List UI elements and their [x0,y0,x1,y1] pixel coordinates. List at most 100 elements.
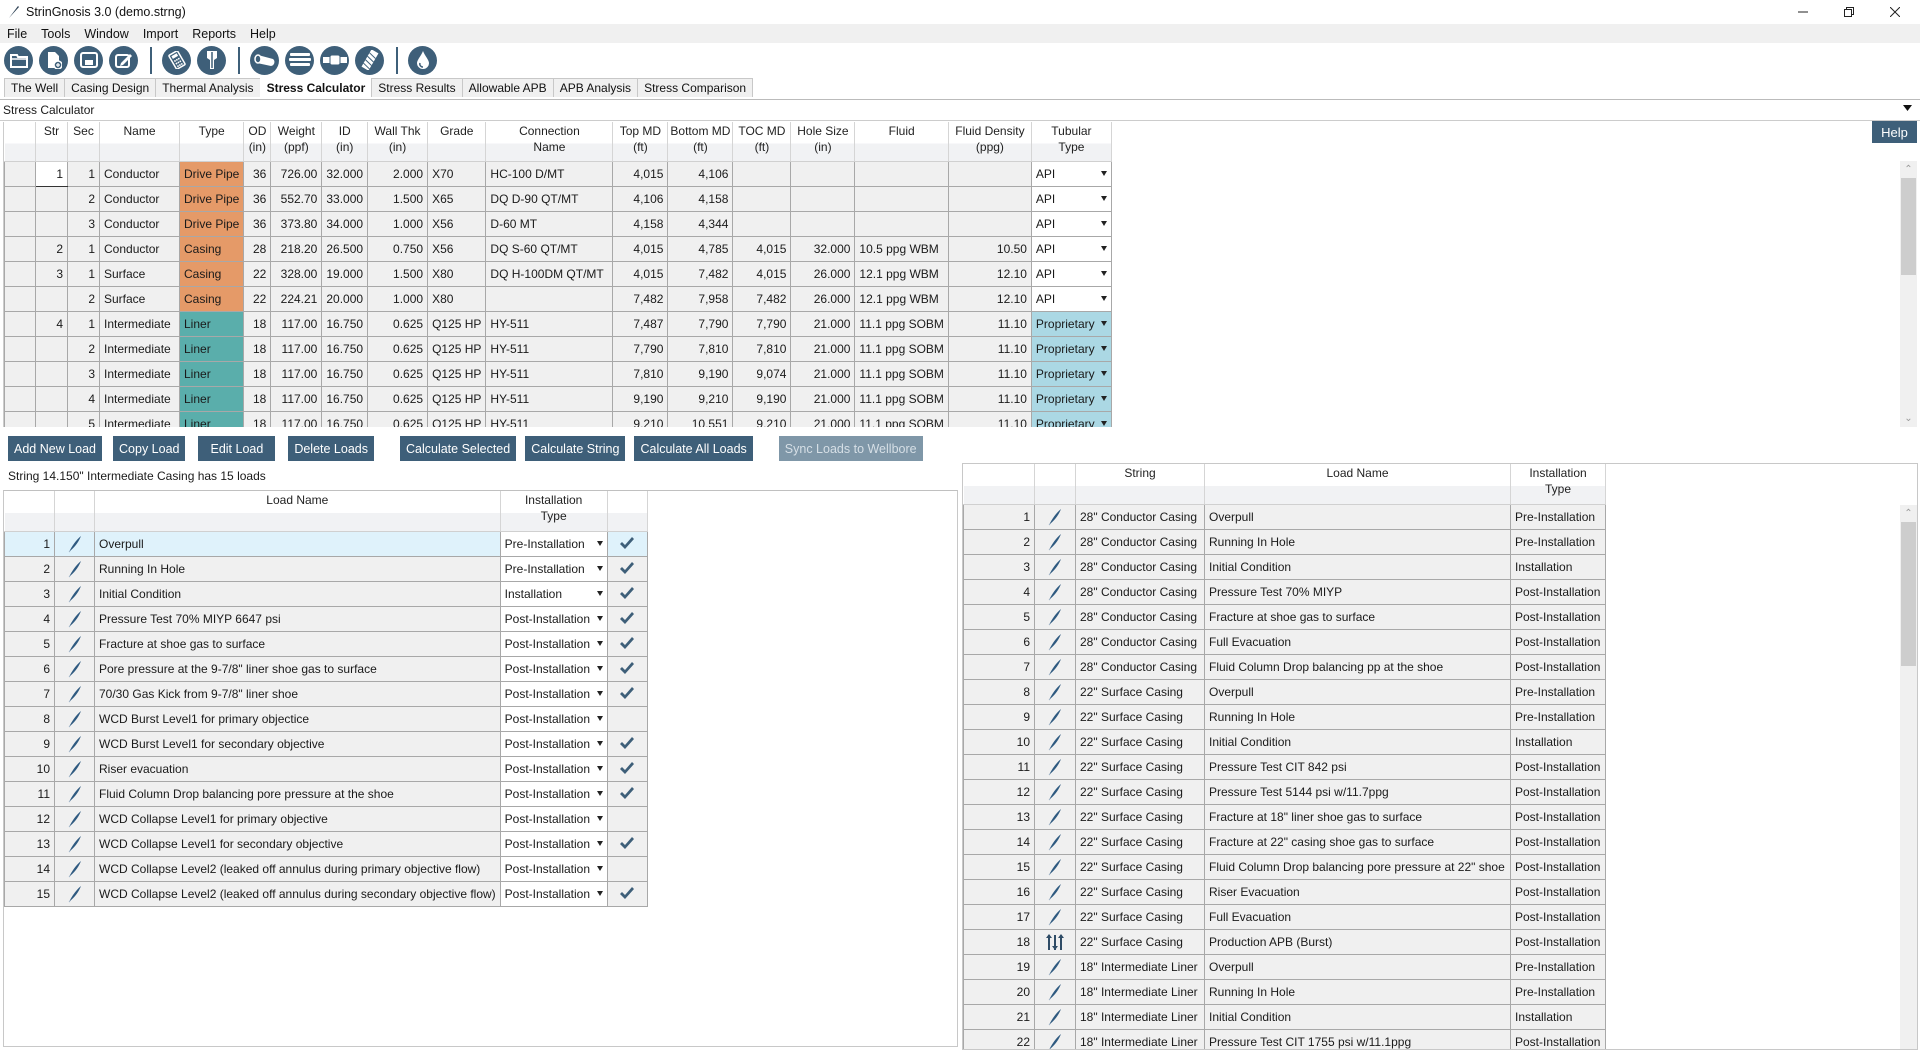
grade-cell[interactable]: Q125 HP [427,335,487,362]
grade-cell[interactable]: X70 [427,160,487,187]
str-cell[interactable] [35,335,68,362]
tubular-type-dropdown[interactable]: Proprietary [1030,310,1112,337]
col-header-id[interactable]: ID (in) [321,122,369,162]
dropdown-caret-icon[interactable] [596,815,603,821]
load-row[interactable]: 4 Pressure Test 70% MIYP 6647 psi Post-Ins… [4,605,648,632]
connection-cell[interactable]: HY-511 [485,385,614,412]
string-cell[interactable]: 22" Surface Casing [1075,728,1205,755]
sec-cell[interactable]: 1 [67,260,100,287]
all-load-row[interactable]: 22 18" Intermediate Liner Pressure Test CI… [963,1028,1606,1049]
row-header[interactable] [4,260,36,287]
edit-button[interactable] [109,45,138,75]
all-load-row[interactable]: 20 18" Intermediate Liner Running In Hole P… [963,978,1606,1005]
top-md-cell[interactable]: 9,190 [612,385,669,412]
top-md-cell[interactable]: 7,810 [612,360,669,387]
load-checked-cell[interactable] [606,855,648,882]
row-header[interactable] [4,310,36,337]
tab-stress-calculator[interactable]: Stress Calculator [259,78,373,97]
row-header[interactable] [4,385,36,412]
wall-thk-cell[interactable]: 2.000 [367,160,429,187]
row-number[interactable]: 4 [963,578,1035,605]
top-md-cell[interactable]: 4,106 [612,185,669,212]
load-checked-cell[interactable] [606,730,648,757]
od-cell[interactable]: 36 [243,160,272,187]
row-number[interactable]: 9 [4,730,55,757]
panel-selector-dropdown[interactable]: Stress Calculator [0,99,1920,121]
bottom-md-cell[interactable]: 7,482 [667,260,734,287]
row-number[interactable]: 13 [963,803,1035,830]
installation-type-cell[interactable]: Post-Installation [1510,753,1606,780]
load-type-cell[interactable] [1034,653,1076,680]
toc-md-cell[interactable]: 4,015 [732,235,792,262]
wall-thk-cell[interactable]: 0.625 [367,335,429,362]
load-name-cell[interactable]: Overpull [94,530,501,557]
col-header-load-name[interactable]: Load Name [1204,464,1511,505]
installation-type-cell[interactable]: Post-Installation [1510,1028,1606,1049]
weight-cell[interactable]: 117.00 [270,310,323,337]
string-row[interactable]: 2 Conductor Drive Pipe 36 552.70 33.000 1.500 X… [4,185,1112,212]
load-name-cell[interactable]: Pore pressure at the 9-7/8" liner shoe g… [94,655,501,682]
row-number[interactable]: 21 [963,1003,1035,1030]
connection-cell[interactable]: DQ D-90 QT/MT [485,185,614,212]
id-cell[interactable]: 16.750 [321,360,369,387]
top-md-cell[interactable]: 4,015 [612,160,669,187]
all-load-row[interactable]: 21 18" Intermediate Liner Initial Conditio… [963,1003,1606,1030]
row-number[interactable]: 10 [963,728,1035,755]
load-checked-cell[interactable] [606,780,648,807]
col-header-name[interactable]: Name [99,122,180,162]
fluid-cell[interactable]: 11.1 ppg SOBM [854,310,949,337]
load-name-cell[interactable]: Overpull [1204,678,1511,705]
grade-cell[interactable]: Q125 HP [427,410,487,427]
load-type-cell[interactable] [54,880,95,907]
scroll-thumb[interactable] [1901,178,1916,275]
pipe-button[interactable] [250,45,279,75]
all-load-row[interactable]: 9 22" Surface Casing Running In Hole Pre-In… [963,703,1606,730]
dropdown-caret-icon[interactable] [596,615,603,621]
tab-the-well[interactable]: The Well [4,78,66,97]
string-cell[interactable]: 22" Surface Casing [1075,928,1205,955]
type-cell[interactable]: Casing [178,285,245,312]
connection-cell[interactable]: HY-511 [485,360,614,387]
od-cell[interactable]: 18 [243,385,272,412]
od-cell[interactable]: 18 [243,360,272,387]
tubular-type-dropdown[interactable]: API [1030,285,1112,312]
load-row[interactable]: 14 WCD Collapse Level2 (leaked off annulu… [4,855,648,882]
load-type-cell[interactable] [54,630,95,657]
dropdown-caret-icon[interactable] [596,565,603,571]
fluid-cell[interactable]: 11.1 ppg SOBM [854,360,949,387]
close-button[interactable] [1872,0,1918,24]
installation-type-cell[interactable]: Post-Installation [1510,828,1606,855]
installation-type-dropdown[interactable]: Post-Installation [499,630,608,657]
fluid-density-cell[interactable]: 12.10 [947,285,1032,312]
hole-size-cell[interactable]: 21.000 [790,410,856,427]
row-number[interactable]: 17 [963,903,1035,930]
connection-cell[interactable]: HY-511 [485,410,614,427]
hole-size-cell[interactable] [790,210,856,237]
row-number[interactable]: 2 [963,528,1035,555]
load-name-cell[interactable]: Fracture at 22" casing shoe gas to surfa… [1204,828,1511,855]
fluid-density-cell[interactable]: 12.10 [947,260,1032,287]
col-header-string[interactable]: String [1075,464,1205,505]
dropdown-caret-icon[interactable] [1100,345,1107,351]
load-name-cell[interactable]: Production APB (Burst) [1204,928,1511,955]
load-row[interactable]: 12 WCD Collapse Level1 for primary object… [4,805,648,832]
col-header-checked[interactable] [607,491,648,532]
sec-cell[interactable]: 3 [67,360,100,387]
load-name-cell[interactable]: Initial Condition [1204,728,1511,755]
od-cell[interactable]: 36 [243,210,272,237]
toc-md-cell[interactable] [732,160,792,187]
sync-loads-to-wellbore-button[interactable]: Sync Loads to Wellbore [778,436,923,461]
string-cell[interactable]: 28" Conductor Casing [1075,553,1205,580]
all-load-row[interactable]: 18 22" Surface Casing Production APB (Burs… [963,928,1606,955]
load-name-cell[interactable]: 70/30 Gas Kick from 9-7/8" liner shoe [94,680,501,707]
connection-cell[interactable]: HY-511 [485,335,614,362]
connection-cell[interactable]: HC-100 D/MT [485,160,614,187]
row-number[interactable]: 14 [4,855,55,882]
installation-type-dropdown[interactable]: Post-Installation [499,830,608,857]
toc-md-cell[interactable]: 7,810 [732,335,792,362]
toc-md-cell[interactable]: 4,015 [732,260,792,287]
menu-file[interactable]: File [0,27,34,41]
toc-md-cell[interactable]: 7,790 [732,310,792,337]
load-type-cell[interactable] [1034,1028,1076,1049]
string-cell[interactable]: 28" Conductor Casing [1075,578,1205,605]
